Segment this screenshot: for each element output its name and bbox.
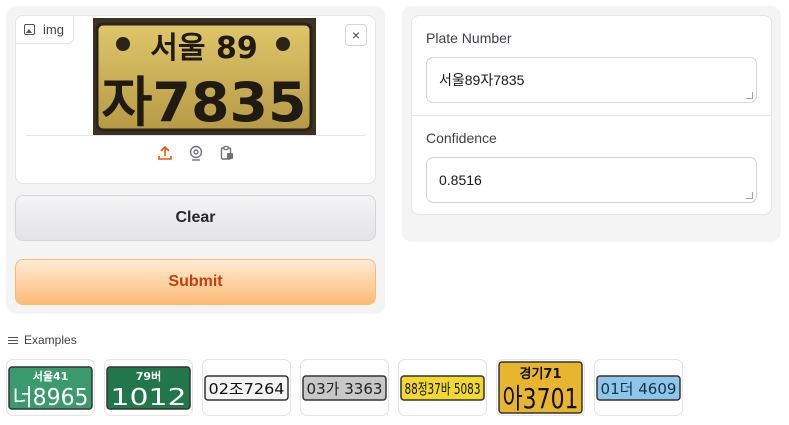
plate-number-label: Plate Number xyxy=(426,30,512,46)
example-plate-number: 아3701 xyxy=(503,382,579,414)
image-icon xyxy=(24,24,35,35)
preview-line-2: 자7835 xyxy=(102,71,307,134)
example-plate-region: 서울41 xyxy=(33,369,69,383)
clear-button[interactable]: Clear xyxy=(15,195,376,241)
example-plate-region: 경기71 xyxy=(519,366,561,382)
submit-button[interactable]: Submit xyxy=(15,259,376,305)
example-plate-image: 88정37바 5083 xyxy=(400,374,485,401)
output-divider xyxy=(412,115,771,116)
example-plate-image: 01더 4609 xyxy=(596,374,681,401)
example-item[interactable]: 79버 1012 xyxy=(104,359,193,416)
image-input-label-text: img xyxy=(43,22,64,37)
example-item[interactable]: 03가 3363 xyxy=(300,359,389,416)
example-plate-number: 너8965 xyxy=(13,385,89,410)
plate-number-field: Plate Number 서울89자7835 xyxy=(412,30,771,103)
example-item[interactable]: 서울41 너8965 xyxy=(6,359,95,416)
example-plate-image: 03가 3363 xyxy=(302,374,387,401)
output-column: Plate Number 서울89자7835 Confidence 0.8516 xyxy=(402,6,781,242)
example-plate-number: 88정37바 5083 xyxy=(405,380,481,398)
examples-heading: Examples xyxy=(24,333,77,347)
example-item[interactable]: 02조7264 xyxy=(202,359,291,416)
example-item[interactable]: 01더 4609 xyxy=(594,359,683,416)
input-column: img × 서울 89 자7835 Clear Submit xyxy=(6,6,385,314)
confidence-label: Confidence xyxy=(426,130,497,146)
clipboard-icon[interactable] xyxy=(218,144,236,162)
example-item[interactable]: 경기71 아3701 xyxy=(496,359,585,416)
upload-icon[interactable] xyxy=(156,144,174,162)
list-icon xyxy=(8,336,18,344)
image-panel-divider xyxy=(26,135,365,136)
preview-line-1: 서울 89 xyxy=(150,31,257,66)
output-panel: Plate Number 서울89자7835 Confidence 0.8516 xyxy=(411,15,772,215)
clear-image-button[interactable]: × xyxy=(345,24,367,46)
image-input-label: img xyxy=(16,16,74,44)
example-plate-image: 서울41 너8965 xyxy=(8,365,93,410)
example-item[interactable]: 88정37바 5083 xyxy=(398,359,487,416)
example-plate-number: 03가 3363 xyxy=(307,380,383,398)
confidence-field: Confidence 0.8516 xyxy=(412,130,771,203)
webcam-icon[interactable] xyxy=(187,144,205,162)
example-plate-image: 경기71아3701 xyxy=(498,361,583,414)
example-plate-image: 02조7264 xyxy=(204,374,289,401)
confidence-textbox[interactable]: 0.8516 xyxy=(426,157,757,203)
image-source-toolbar xyxy=(16,144,375,162)
example-plate-number: 1012 xyxy=(111,385,187,410)
example-plate-number: 02조7264 xyxy=(209,380,285,398)
example-plate-image: 79버 1012 xyxy=(106,365,191,410)
image-input-panel[interactable]: img × 서울 89 자7835 xyxy=(15,15,376,184)
uploaded-plate-image: 서울 89 자7835 xyxy=(93,18,316,135)
example-plate-region: 79버 xyxy=(136,369,161,383)
example-plate-number: 01더 4609 xyxy=(601,380,677,398)
examples-header: Examples xyxy=(8,333,77,347)
examples-gallery: 서울41 너8965 79버 1012 02조7264 03가 3363 88정37바 50… xyxy=(6,359,683,416)
plate-number-textbox[interactable]: 서울89자7835 xyxy=(426,57,757,103)
